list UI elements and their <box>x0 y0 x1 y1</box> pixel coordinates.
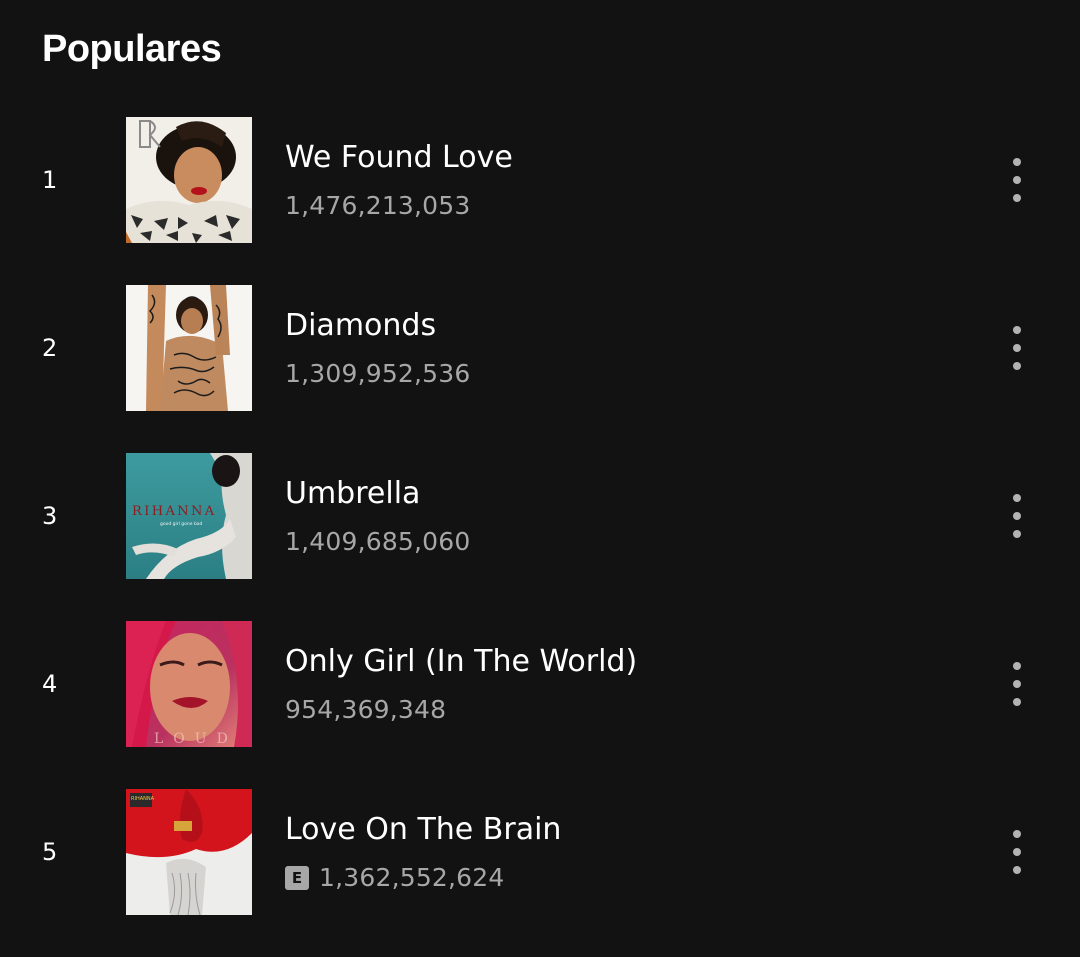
track-title[interactable]: Only Girl (In The World) <box>285 643 637 681</box>
track-title[interactable]: Diamonds <box>285 307 436 345</box>
popular-tracks-list: 1 We Found Love 1,476,213,053 2 Diamonds… <box>0 117 1080 957</box>
track-meta: 1,409,685,060 <box>285 526 471 558</box>
album-cover-unapologetic[interactable] <box>126 285 252 411</box>
play-count: 1,409,685,060 <box>285 527 471 556</box>
album-cover-good-girl-gone-bad[interactable]: RIHANNA good girl gone bad <box>126 453 252 579</box>
svg-text:RIHANNA: RIHANNA <box>132 504 217 519</box>
track-meta: 954,369,348 <box>285 694 446 726</box>
track-rank: 3 <box>42 502 58 530</box>
album-cover-talk-that-talk[interactable] <box>126 117 252 243</box>
more-vert-icon <box>1013 494 1021 502</box>
track-meta: E 1,362,552,624 <box>285 862 505 894</box>
track-row[interactable]: 2 Diamonds 1,309,952,536 <box>0 285 1080 453</box>
album-cover-loud[interactable]: LOUD <box>126 621 252 747</box>
play-count: 1,362,552,624 <box>319 863 505 892</box>
track-rank: 5 <box>42 838 58 866</box>
more-options-button[interactable] <box>1000 659 1034 709</box>
play-count: 954,369,348 <box>285 695 447 724</box>
more-vert-icon <box>1013 158 1021 166</box>
svg-text:good girl gone bad: good girl gone bad <box>160 521 203 527</box>
track-rank: 2 <box>42 334 58 362</box>
more-vert-icon <box>1013 830 1021 838</box>
explicit-badge: E <box>285 866 309 890</box>
track-title[interactable]: Love On The Brain <box>285 811 561 849</box>
track-row[interactable]: 1 We Found Love 1,476,213,053 <box>0 117 1080 285</box>
section-title: Populares <box>42 28 222 70</box>
more-vert-icon <box>1013 662 1021 670</box>
more-options-button[interactable] <box>1000 827 1034 877</box>
track-rank: 4 <box>42 670 58 698</box>
play-count: 1,476,213,053 <box>285 191 471 220</box>
play-count: 1,309,952,536 <box>285 359 471 388</box>
more-vert-icon <box>1013 326 1021 334</box>
track-row[interactable]: 4 LOUD Only Girl (In The World) 954,369,… <box>0 621 1080 789</box>
svg-text:RIHANNA: RIHANNA <box>131 796 155 802</box>
more-options-button[interactable] <box>1000 323 1034 373</box>
svg-text:LOUD: LOUD <box>154 731 238 747</box>
track-title[interactable]: We Found Love <box>285 139 513 177</box>
more-options-button[interactable] <box>1000 491 1034 541</box>
track-row[interactable]: 3 RIHANNA good girl gone bad Umbrella 1,… <box>0 453 1080 621</box>
track-rank: 1 <box>42 166 58 194</box>
track-meta: 1,309,952,536 <box>285 358 471 390</box>
track-title[interactable]: Umbrella <box>285 475 420 513</box>
track-row[interactable]: 5 RIHANNA Love On The Brain E 1,362,552,… <box>0 789 1080 957</box>
more-options-button[interactable] <box>1000 155 1034 205</box>
album-cover-anti[interactable]: RIHANNA <box>126 789 252 915</box>
track-meta: 1,476,213,053 <box>285 190 471 222</box>
